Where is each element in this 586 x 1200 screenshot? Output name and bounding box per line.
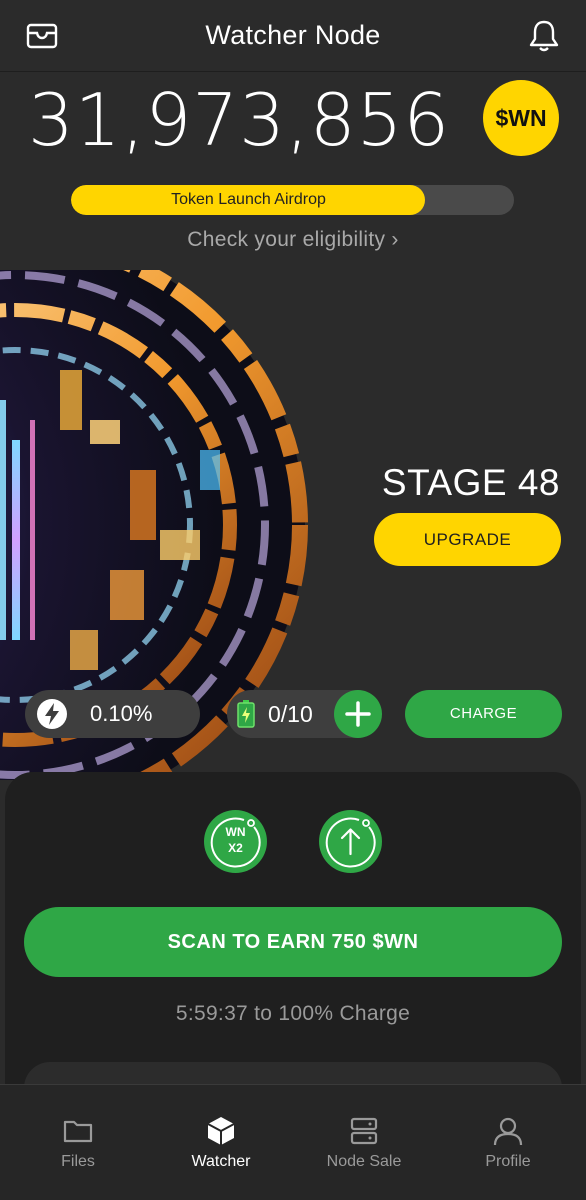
upgrade-button[interactable]: UPGRADE bbox=[374, 513, 561, 566]
token-balance: 31,973,856 bbox=[28, 78, 451, 162]
lightning-icon bbox=[37, 699, 67, 729]
speed-boost-button[interactable] bbox=[319, 810, 382, 873]
check-eligibility-link[interactable]: Check your eligibility › bbox=[0, 228, 586, 252]
bottom-nav: Files Watcher Node Sale Profile bbox=[0, 1084, 586, 1200]
arrow-up-icon bbox=[325, 817, 376, 868]
wn-label: WN bbox=[225, 825, 246, 839]
user-icon bbox=[493, 1117, 523, 1146]
page-title: Watcher Node bbox=[205, 20, 381, 50]
nav-label-node-sale: Node Sale bbox=[326, 1153, 402, 1170]
wn-x2-boost-button[interactable]: WN X2 bbox=[204, 810, 267, 873]
plus-icon bbox=[345, 701, 371, 727]
folder-icon bbox=[63, 1120, 93, 1143]
wn-coin-badge: $WN bbox=[483, 80, 559, 156]
airdrop-label: Token Launch Airdrop bbox=[171, 191, 326, 208]
charge-button[interactable]: CHARGE bbox=[405, 690, 562, 738]
chevron-right-icon: › bbox=[391, 228, 399, 251]
nav-item-node-sale[interactable]: Node Sale bbox=[309, 1085, 419, 1200]
charge-timer: 5:59:37 to 100% Charge bbox=[175, 1002, 411, 1025]
nav-item-profile[interactable]: Profile bbox=[453, 1085, 563, 1200]
mining-rate-pill: 0.10% bbox=[25, 690, 200, 738]
add-battery-button[interactable] bbox=[334, 690, 382, 738]
nav-item-watcher[interactable]: Watcher bbox=[166, 1085, 276, 1200]
eligibility-text: Check your eligibility bbox=[187, 228, 386, 251]
stage-label: STAGE 48 bbox=[381, 462, 560, 503]
battery-icon bbox=[237, 700, 255, 728]
battery-value: 0/10 bbox=[268, 701, 313, 727]
nav-label-watcher: Watcher bbox=[191, 1153, 251, 1170]
scan-to-earn-button[interactable]: SCAN TO EARN 750 $WN bbox=[24, 907, 562, 977]
bell-icon[interactable] bbox=[526, 18, 562, 54]
cube-icon bbox=[207, 1117, 235, 1145]
coin-label: $WN bbox=[495, 104, 547, 131]
nav-label-profile: Profile bbox=[485, 1153, 531, 1170]
nav-item-files[interactable]: Files bbox=[23, 1085, 133, 1200]
server-icon bbox=[350, 1117, 378, 1145]
top-bar: Watcher Node bbox=[0, 0, 586, 72]
x2-label: X2 bbox=[228, 841, 243, 855]
nav-label-files: Files bbox=[61, 1153, 95, 1170]
wn-x2-label: WN X2 bbox=[204, 824, 267, 856]
mining-rate-value: 0.10% bbox=[90, 701, 153, 726]
